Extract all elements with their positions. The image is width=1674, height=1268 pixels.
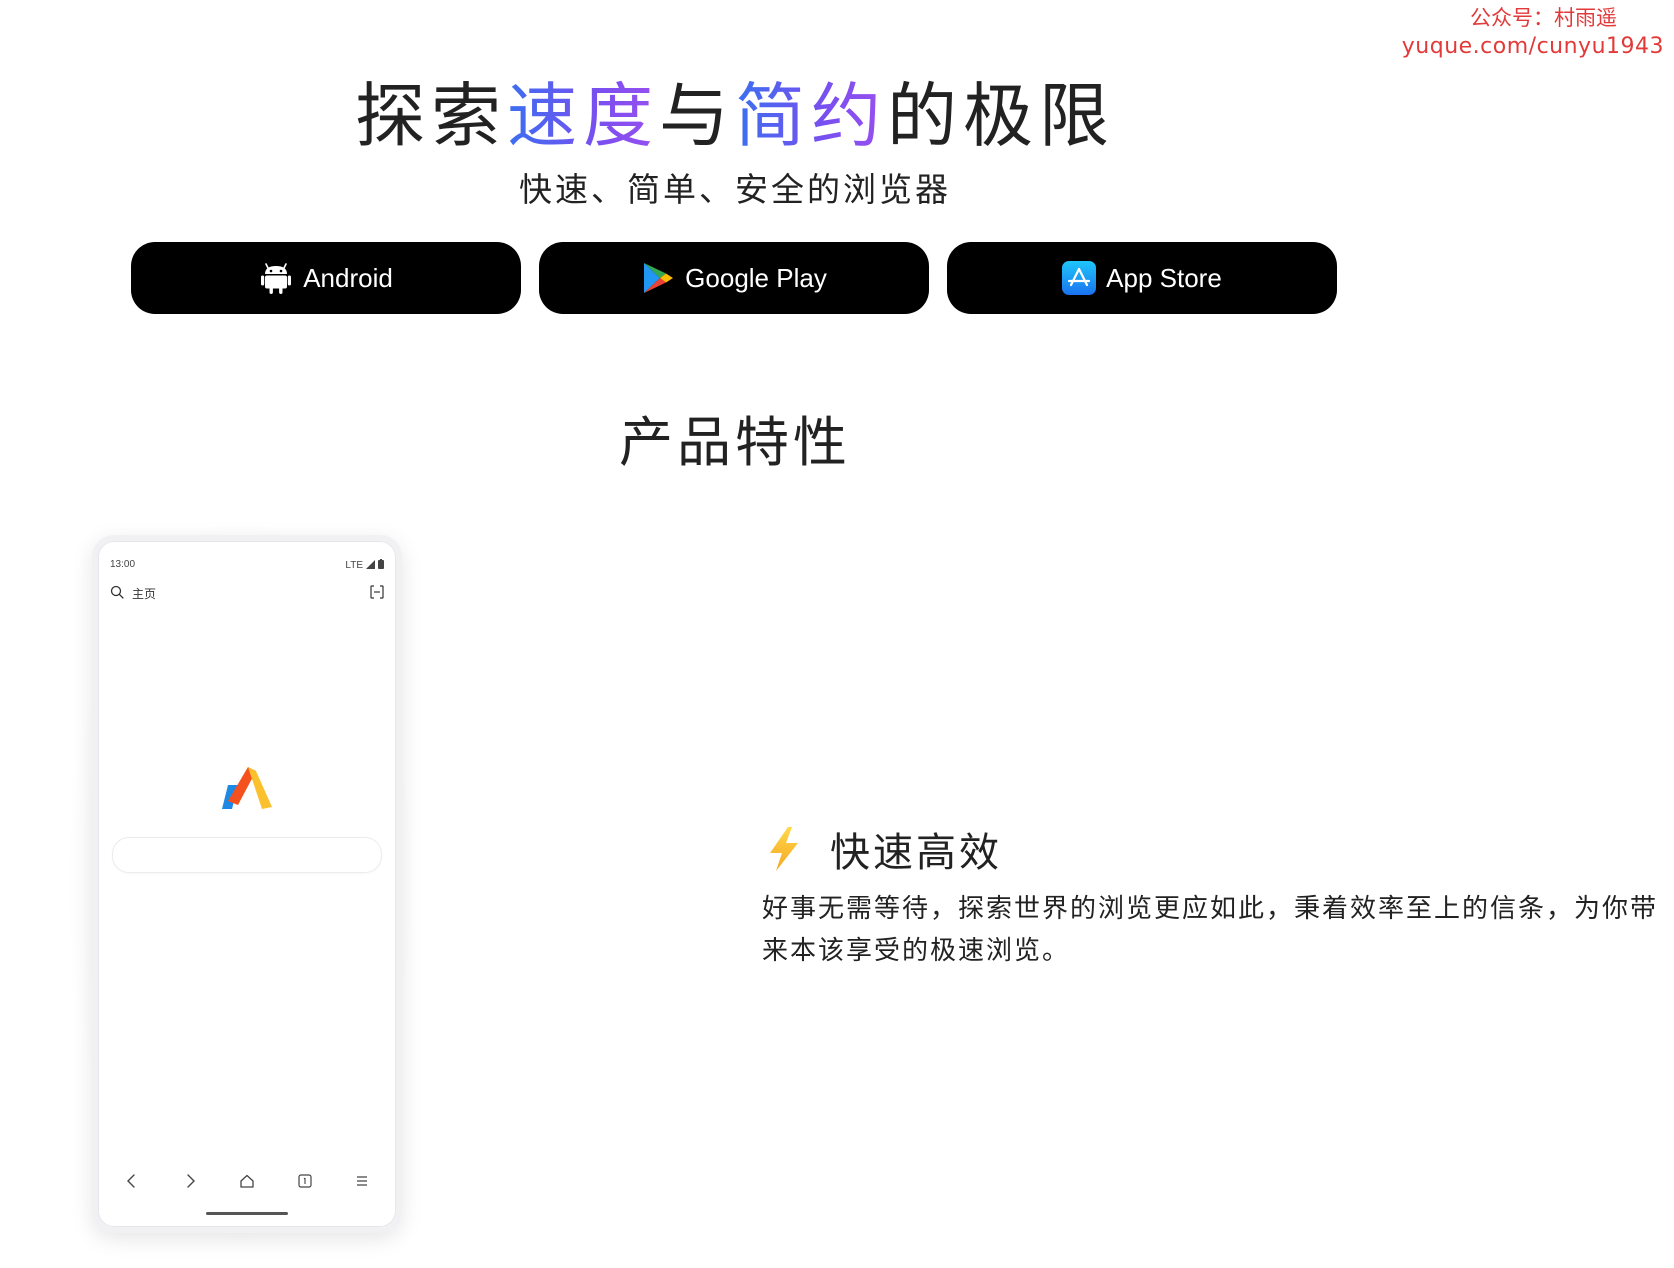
- feature-fast-description: 好事无需等待，探索世界的浏览更应如此，秉着效率至上的信条，为你带来本该享受的极速…: [762, 894, 1659, 966]
- android-icon: [259, 261, 293, 295]
- phone-address-label: 主页: [132, 587, 157, 601]
- browser-logo-icon: [218, 761, 278, 813]
- feature-fast-title: 快速高效: [830, 830, 1002, 876]
- watermark-account: 公众号：村雨遥: [1470, 6, 1617, 30]
- lightning-icon: [762, 825, 806, 873]
- google-play-download-button[interactable]: Google Play: [539, 242, 929, 314]
- phone-address-left: 主页: [110, 585, 156, 602]
- app-store-download-button[interactable]: App Store: [947, 242, 1337, 314]
- google-play-icon: [641, 261, 675, 295]
- hero-title-part1: 探索: [355, 75, 507, 157]
- feature-fast-heading: 快速高效: [762, 820, 1002, 878]
- signal-icon: [366, 559, 375, 572]
- phone-home-indicator: [206, 1212, 288, 1215]
- phone-search-box[interactable]: [112, 837, 382, 873]
- phone-status-right: LTE: [345, 559, 384, 572]
- google-play-download-label: Google Play: [685, 262, 827, 293]
- hero-title-part2: 与: [659, 75, 735, 157]
- menu-icon[interactable]: [350, 1169, 374, 1193]
- hero-title: 探索速度与简约的极限: [0, 60, 1470, 161]
- app-store-download-label: App Store: [1106, 262, 1222, 293]
- tabs-icon[interactable]: [293, 1169, 317, 1193]
- hero-subtitle: 快速、简单、安全的浏览器: [519, 170, 951, 209]
- search-icon: [110, 585, 124, 602]
- phone-network: LTE: [345, 560, 363, 571]
- phone-address-bar[interactable]: 主页: [110, 585, 384, 602]
- download-buttons: Android Google Play App Store: [131, 242, 1337, 314]
- android-download-label: Android: [303, 262, 393, 293]
- phone-mockup: 13:00 LTE 主页: [92, 535, 402, 1233]
- back-icon[interactable]: [120, 1169, 144, 1193]
- watermark: 公众号：村雨遥 yuque.com/cunyu1943: [1402, 4, 1664, 62]
- hero-title-highlight-simplicity: 简约: [735, 75, 887, 157]
- phone-bottom-nav: [112, 1169, 382, 1193]
- app-store-icon: [1062, 261, 1097, 295]
- watermark-url: yuque.com/cunyu1943: [1401, 34, 1664, 60]
- features-heading: 产品特性: [619, 411, 851, 474]
- forward-icon[interactable]: [178, 1169, 202, 1193]
- phone-status-bar: 13:00 LTE: [110, 559, 384, 572]
- hero-title-part3: 的极限: [887, 75, 1115, 157]
- android-download-button[interactable]: Android: [131, 242, 521, 314]
- phone-time: 13:00: [110, 559, 136, 570]
- battery-icon: [378, 559, 384, 572]
- home-icon[interactable]: [235, 1169, 259, 1193]
- hero-title-highlight-speed: 速度: [507, 75, 659, 157]
- scan-icon[interactable]: [370, 585, 384, 602]
